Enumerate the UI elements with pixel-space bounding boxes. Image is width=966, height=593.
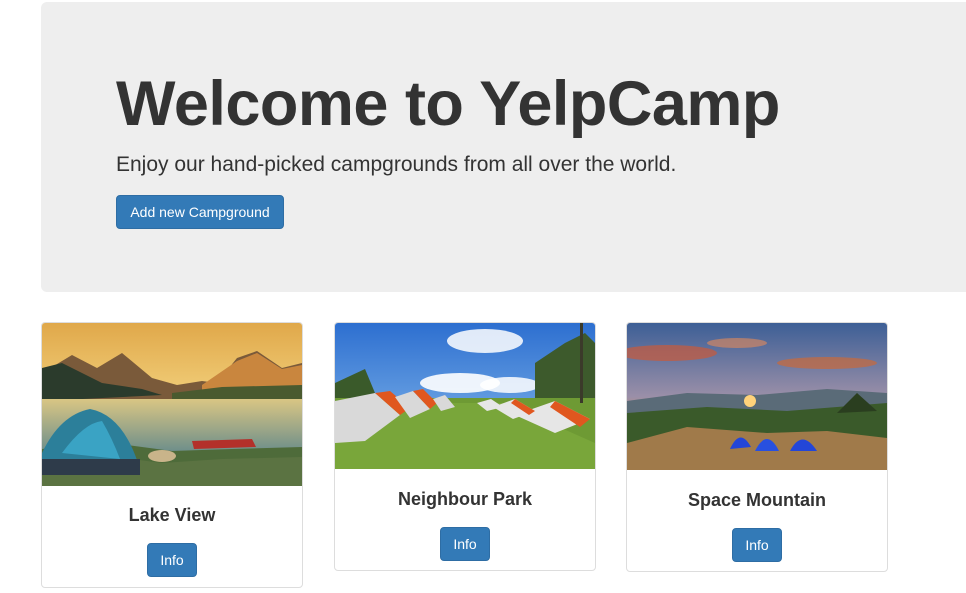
- campground-image[interactable]: [335, 323, 595, 469]
- campground-name: Lake View: [128, 505, 216, 525]
- campground-name: Space Mountain: [687, 490, 826, 510]
- campground-name: Neighbour Park: [397, 489, 533, 509]
- campground-card-lake-view: Lake View Info: [41, 322, 303, 588]
- campground-card-space-mountain: Space Mountain Info: [626, 322, 888, 572]
- info-button[interactable]: Info: [732, 528, 782, 562]
- campground-image[interactable]: [627, 323, 887, 470]
- campground-image[interactable]: [42, 323, 302, 486]
- page-subtitle: Enjoy our hand-picked campgrounds from a…: [116, 153, 677, 176]
- add-campground-button[interactable]: Add new Campground: [116, 195, 284, 229]
- page-title: Welcome to YelpCamp: [116, 69, 780, 139]
- campground-card-neighbour-park: Neighbour Park Info: [334, 322, 596, 571]
- info-button[interactable]: Info: [147, 543, 197, 577]
- jumbotron: Welcome to YelpCamp Enjoy our hand-picke…: [41, 2, 966, 292]
- info-button[interactable]: Info: [440, 527, 490, 561]
